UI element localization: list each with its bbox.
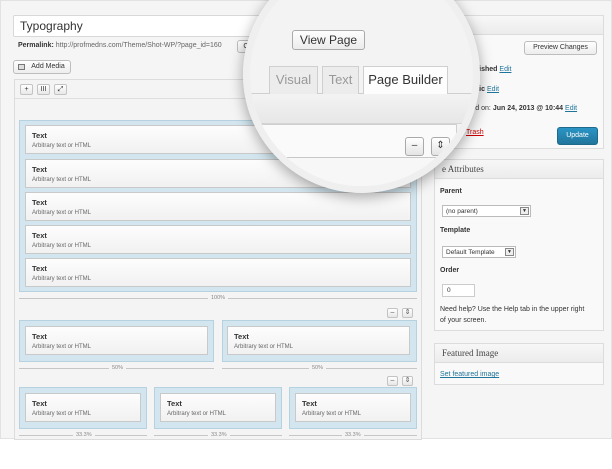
widget-title: Text <box>32 131 47 140</box>
row-move-button[interactable]: ⇕ <box>402 376 413 386</box>
tab-visual[interactable]: Visual <box>269 66 318 94</box>
template-select-value: Default Template <box>446 249 495 256</box>
width-percent: 33.3% <box>208 432 230 438</box>
text-widget[interactable]: Text Arbitrary text or HTML <box>295 393 411 422</box>
widget-subtitle: Arbitrary text or HTML <box>32 243 92 249</box>
widget-title: Text <box>302 399 317 408</box>
widget-title: Text <box>32 332 47 341</box>
published-on-row: shed on: Jun 24, 2013 @ 10:44 Edit <box>464 105 577 112</box>
text-widget[interactable]: Text Arbitrary text or HTML <box>160 393 276 422</box>
chevron-down-icon: ▼ <box>505 248 514 256</box>
text-widget[interactable]: Text Arbitrary text or HTML <box>25 225 411 254</box>
widget-subtitle: Arbitrary text or HTML <box>32 210 92 216</box>
width-percent: 100% <box>208 295 229 301</box>
permalink-url[interactable]: http://profmedns.com/Theme/Shot-WP/?page… <box>56 42 222 49</box>
text-widget[interactable]: Text Arbitrary text or HTML <box>25 393 141 422</box>
widget-title: Text <box>167 399 182 408</box>
tab-text[interactable]: Text <box>322 66 359 94</box>
add-widget-button[interactable]: + <box>20 84 33 95</box>
tab-page-builder[interactable]: Page Builder <box>363 66 448 95</box>
width-percent: 33.3% <box>73 432 95 438</box>
template-label: Template <box>440 227 471 234</box>
help-text-line-1: Need help? Use the Help tab in the upper… <box>440 306 585 313</box>
text-widget[interactable]: Text Arbitrary text or HTML <box>25 258 411 287</box>
preview-changes-button[interactable]: Preview Changes <box>524 41 597 55</box>
order-input[interactable]: 0 <box>442 284 475 297</box>
widget-title: Text <box>32 264 47 273</box>
text-widget[interactable]: Text Arbitrary text or HTML <box>25 326 208 355</box>
status-edit-link[interactable]: Edit <box>499 66 511 73</box>
add-row-button[interactable]: III <box>37 84 50 95</box>
add-media-label: Add Media <box>31 63 65 70</box>
template-select[interactable]: Default Template ▼ <box>442 246 516 258</box>
parent-label: Parent <box>440 188 462 195</box>
widget-subtitle: Arbitrary text or HTML <box>32 143 92 149</box>
fullscreen-button[interactable]: ⤢ <box>54 84 67 95</box>
add-media-button[interactable]: Add Media <box>13 60 71 74</box>
row-collapse-button[interactable]: – <box>387 376 398 386</box>
widget-title: Text <box>32 399 47 408</box>
text-widget[interactable]: Text Arbitrary text or HTML <box>227 326 410 355</box>
update-button[interactable]: Update <box>557 127 598 145</box>
parent-select-value: (no parent) <box>446 208 478 215</box>
set-featured-image-link[interactable]: Set featured image <box>440 371 499 378</box>
widget-title: Text <box>234 332 249 341</box>
parent-select[interactable]: (no parent) ▼ <box>442 205 531 217</box>
help-text-line-2: of your screen. <box>440 317 487 324</box>
widget-title: Text <box>32 198 47 207</box>
row-collapse-button[interactable]: – <box>387 308 398 318</box>
magnifier-content: View Page Visual Text Page Builder – ⇕ <box>250 7 473 186</box>
widget-subtitle: Arbitrary text or HTML <box>32 276 92 282</box>
widget-title: Text <box>32 231 47 240</box>
widget-subtitle: Arbitrary text or HTML <box>234 344 294 350</box>
row-move-button[interactable]: ⇕ <box>402 308 413 318</box>
row-collapse-button[interactable]: – <box>405 137 424 156</box>
published-on-value: Jun 24, 2013 @ 10:44 <box>492 105 564 112</box>
widget-title: Text <box>32 165 47 174</box>
width-percent: 33.3% <box>342 432 364 438</box>
visibility-edit-link[interactable]: Edit <box>487 86 499 93</box>
featured-image-box: Featured Image Set featured image <box>434 343 604 385</box>
widget-subtitle: Arbitrary text or HTML <box>32 411 92 417</box>
text-widget[interactable]: Text Arbitrary text or HTML <box>25 192 411 221</box>
order-label: Order <box>440 267 460 274</box>
widget-subtitle: Arbitrary text or HTML <box>302 411 362 417</box>
width-percent: 50% <box>309 365 327 371</box>
widget-subtitle: Arbitrary text or HTML <box>167 411 227 417</box>
widget-subtitle: Arbitrary text or HTML <box>32 344 92 350</box>
magnifier-lens: View Page Visual Text Page Builder – ⇕ <box>243 0 480 193</box>
permalink-label: Permalink: <box>18 42 54 49</box>
width-percent: 50% <box>109 365 127 371</box>
row-move-button[interactable]: ⇕ <box>431 137 450 156</box>
view-page-button[interactable]: View Page <box>292 30 365 50</box>
media-icon <box>18 64 25 70</box>
featured-image-heading: Featured Image <box>435 344 603 363</box>
chevron-down-icon: ▼ <box>520 207 529 215</box>
permalink: Permalink: http://profmedns.com/Theme/Sh… <box>18 42 222 49</box>
builder-toolbar-strip <box>250 94 473 124</box>
published-on-edit-link[interactable]: Edit <box>565 105 577 112</box>
widget-subtitle: Arbitrary text or HTML <box>32 177 92 183</box>
